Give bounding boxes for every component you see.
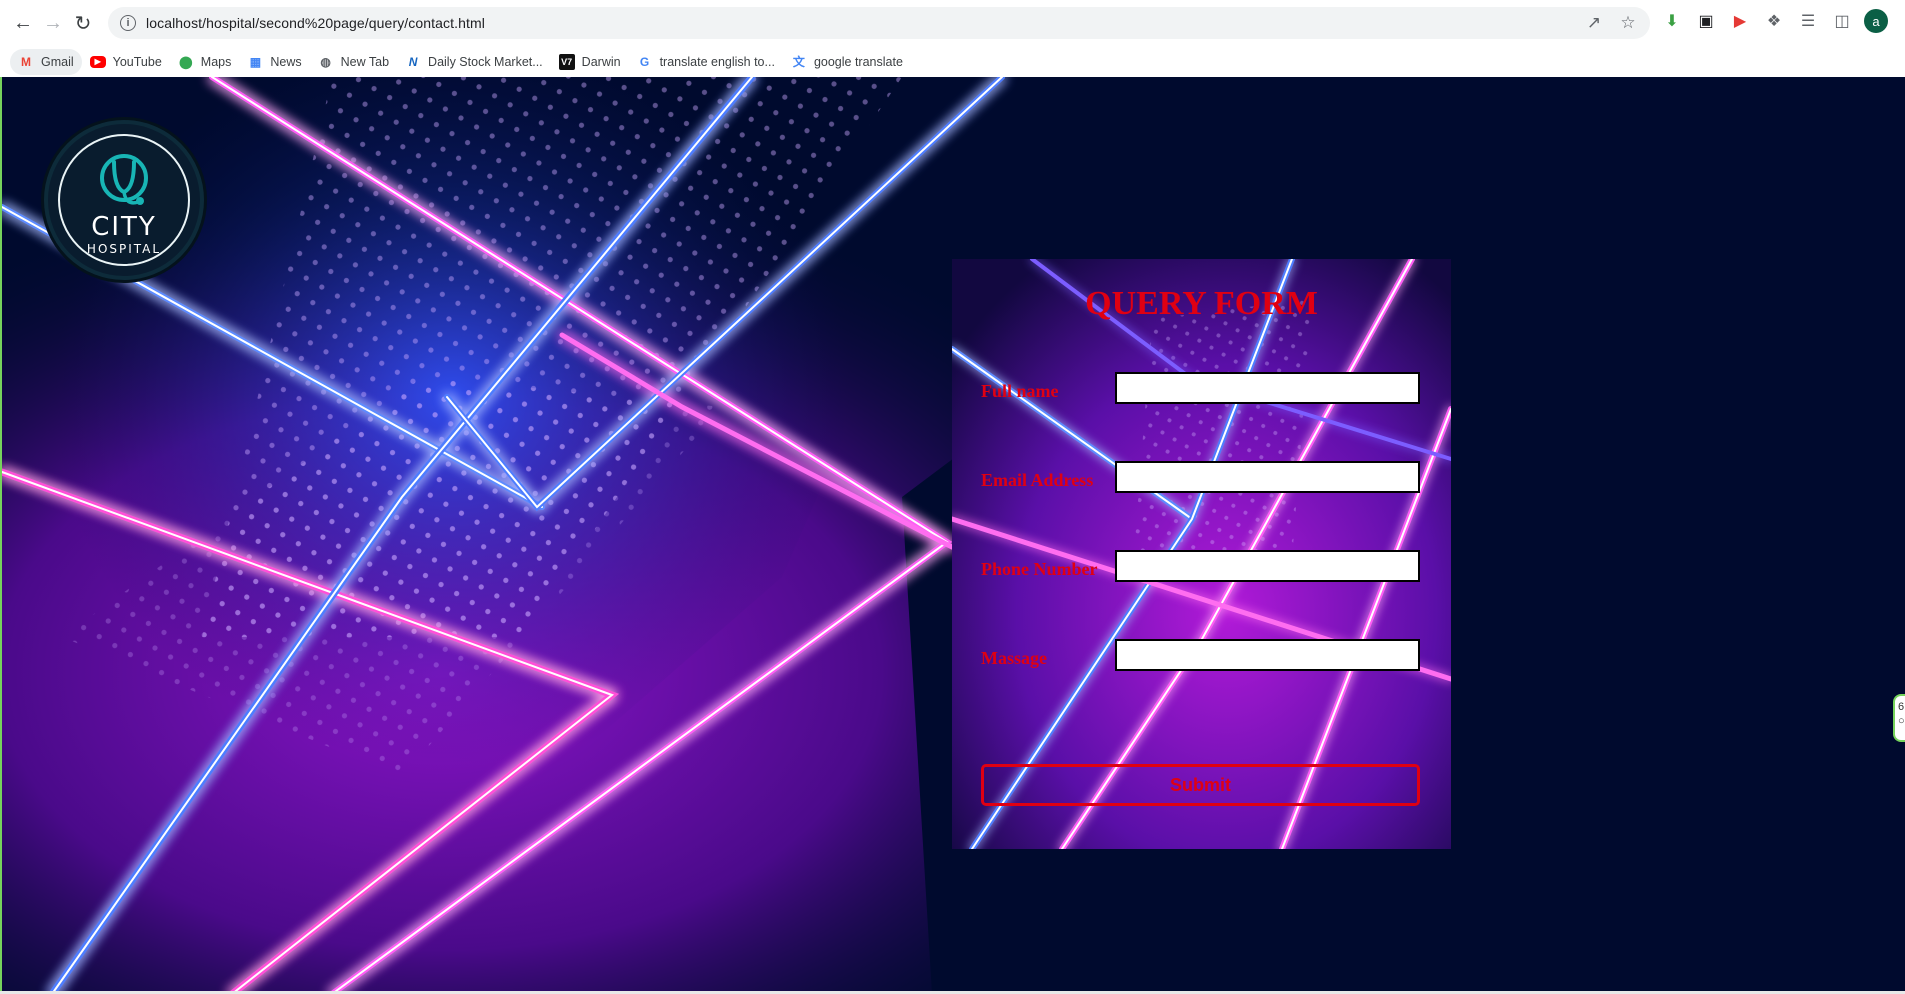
- bookmark-gmail[interactable]: M Gmail: [10, 48, 82, 75]
- news-icon: ▦: [249, 54, 262, 69]
- email-address-input[interactable]: [1115, 461, 1420, 493]
- query-form: QUERY FORM Full name Email Address Phone…: [952, 259, 1451, 849]
- youtube-icon: ▶: [89, 55, 106, 68]
- stethoscope-icon: [100, 154, 148, 205]
- image-extension-icon[interactable]: ▣: [1694, 9, 1718, 33]
- forward-arrow-icon[interactable]: →: [38, 8, 68, 38]
- media-control-icon[interactable]: ☰: [1796, 9, 1820, 33]
- full-name-input[interactable]: [1115, 372, 1420, 404]
- bookmark-youtube[interactable]: ▶ YouTube: [82, 49, 170, 75]
- extensions-puzzle-icon[interactable]: ❖: [1762, 9, 1786, 33]
- bookmark-label: Daily Stock Market...: [428, 54, 543, 69]
- download-extension-icon[interactable]: ⬇: [1660, 9, 1684, 33]
- bookmark-label: google translate: [813, 54, 903, 69]
- bookmark-darwin[interactable]: V7 Darwin: [551, 49, 629, 75]
- side-widget-tab[interactable]: 6 ○: [1893, 694, 1905, 742]
- gmail-icon: M: [21, 54, 31, 69]
- play-extension-icon[interactable]: ▶: [1728, 9, 1752, 33]
- bookmark-label: Gmail: [41, 54, 74, 69]
- email-address-label: Email Address: [981, 470, 1094, 490]
- phone-number-label: Phone Number: [981, 559, 1098, 579]
- more-menu-icon[interactable]: ⋮: [1898, 11, 1905, 32]
- translate-icon: 文: [792, 55, 805, 69]
- city-hospital-logo[interactable]: CITY HOSPITAL: [44, 120, 204, 280]
- bookmark-star-icon[interactable]: ☆: [1618, 13, 1638, 33]
- message-label: Massage: [981, 648, 1047, 668]
- bookmark-maps[interactable]: ⬤ Maps: [170, 49, 240, 75]
- google-icon: G: [639, 54, 650, 69]
- bookmark-label: translate english to...: [659, 54, 775, 69]
- side-panel-icon[interactable]: ◫: [1830, 9, 1854, 33]
- bookmark-label: News: [270, 54, 302, 69]
- maps-icon: ⬤: [179, 54, 193, 69]
- address-bar[interactable]: i localhost/hospital/second%20page/query…: [108, 7, 1650, 39]
- form-title: QUERY FORM: [1085, 285, 1318, 322]
- bookmark-label: YouTube: [112, 54, 162, 69]
- logo-city-text: CITY: [91, 212, 157, 242]
- stock-icon: N: [408, 54, 418, 69]
- submit-button[interactable]: Submit: [981, 764, 1420, 806]
- profile-avatar[interactable]: a: [1864, 9, 1888, 33]
- bookmark-translate-english[interactable]: Gtranslate english to...: [629, 49, 783, 75]
- url-text[interactable]: localhost/hospital/second%20page/query/c…: [146, 15, 485, 31]
- bookmarks-bar: M Gmail ▶ YouTube ⬤ Maps ▦ News ◍ New Tab N Da…: [0, 46, 1905, 77]
- message-input[interactable]: [1115, 639, 1420, 671]
- logo-hospital-text: HOSPITAL: [86, 242, 162, 256]
- bookmark-google-translate[interactable]: 文 google translate: [783, 49, 911, 75]
- bookmark-label: Maps: [200, 54, 232, 69]
- reload-icon[interactable]: ↻: [68, 8, 98, 38]
- bookmark-label: Darwin: [581, 54, 621, 69]
- share-icon[interactable]: ↗: [1584, 13, 1604, 33]
- darwin-icon: V7: [558, 53, 575, 70]
- phone-number-input[interactable]: [1115, 550, 1420, 582]
- bookmark-new-tab[interactable]: ◍ New Tab: [310, 49, 397, 75]
- site-info-icon[interactable]: i: [120, 15, 136, 31]
- bookmark-label: New Tab: [340, 54, 390, 69]
- browser-toolbar: ← → ↻ i localhost/hospital/second%20page…: [0, 0, 1905, 46]
- back-arrow-icon[interactable]: ←: [8, 8, 38, 38]
- bookmark-news[interactable]: ▦ News: [239, 49, 309, 75]
- page-viewport: CITY HOSPITAL QUERY FORM Full name Email…: [0, 77, 1905, 994]
- bookmark-stock-market[interactable]: N Daily Stock Market...: [397, 49, 551, 75]
- full-name-label: Full name: [981, 381, 1059, 401]
- globe-icon: ◍: [320, 54, 331, 69]
